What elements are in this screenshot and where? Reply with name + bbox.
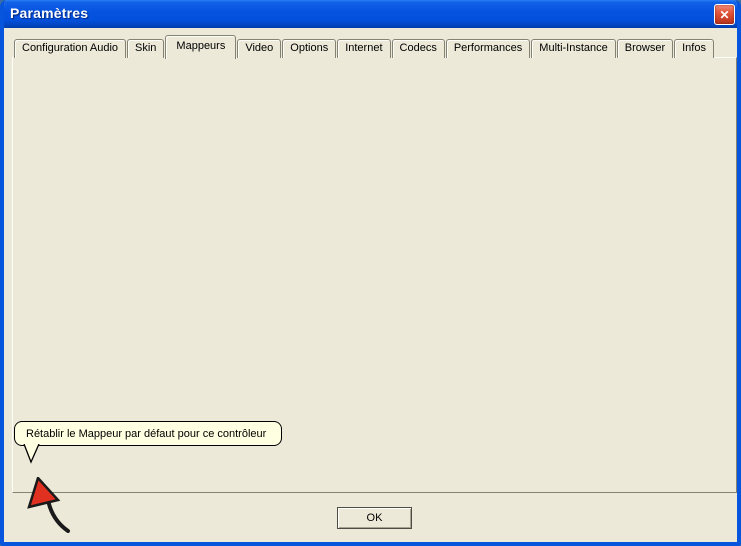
tab-mappeurs[interactable]: Mappeurs	[165, 35, 236, 59]
close-icon: ✕	[719, 8, 729, 22]
tab-configuration-audio[interactable]: Configuration Audio	[14, 39, 126, 58]
tab-skin[interactable]: Skin	[127, 39, 164, 58]
tooltip-balloon: Rétablir le Mappeur par défaut pour ce c…	[14, 421, 282, 446]
tab-options[interactable]: Options	[282, 39, 336, 58]
window-title: Paramètres	[10, 5, 88, 21]
ok-label: OK	[367, 512, 383, 524]
ok-button[interactable]: OK	[337, 507, 412, 529]
tooltip-tail	[23, 444, 41, 464]
settings-dialog: Paramètres ✕ Configuration AudioSkinMapp…	[0, 0, 741, 546]
close-button[interactable]: ✕	[714, 4, 735, 25]
tab-infos[interactable]: Infos	[674, 39, 714, 58]
tab-multi-instance[interactable]: Multi-Instance	[531, 39, 615, 58]
tab-performances[interactable]: Performances	[446, 39, 530, 58]
tooltip-text: Rétablir le Mappeur par défaut pour ce c…	[26, 428, 266, 440]
tab-internet[interactable]: Internet	[337, 39, 390, 58]
tab-video[interactable]: Video	[237, 39, 281, 58]
tab-codecs[interactable]: Codecs	[392, 39, 445, 58]
tab-strip: Configuration AudioSkinMappeursVideoOpti…	[14, 34, 715, 58]
tab-browser[interactable]: Browser	[617, 39, 673, 58]
title-bar[interactable]: Paramètres ✕	[0, 0, 741, 28]
